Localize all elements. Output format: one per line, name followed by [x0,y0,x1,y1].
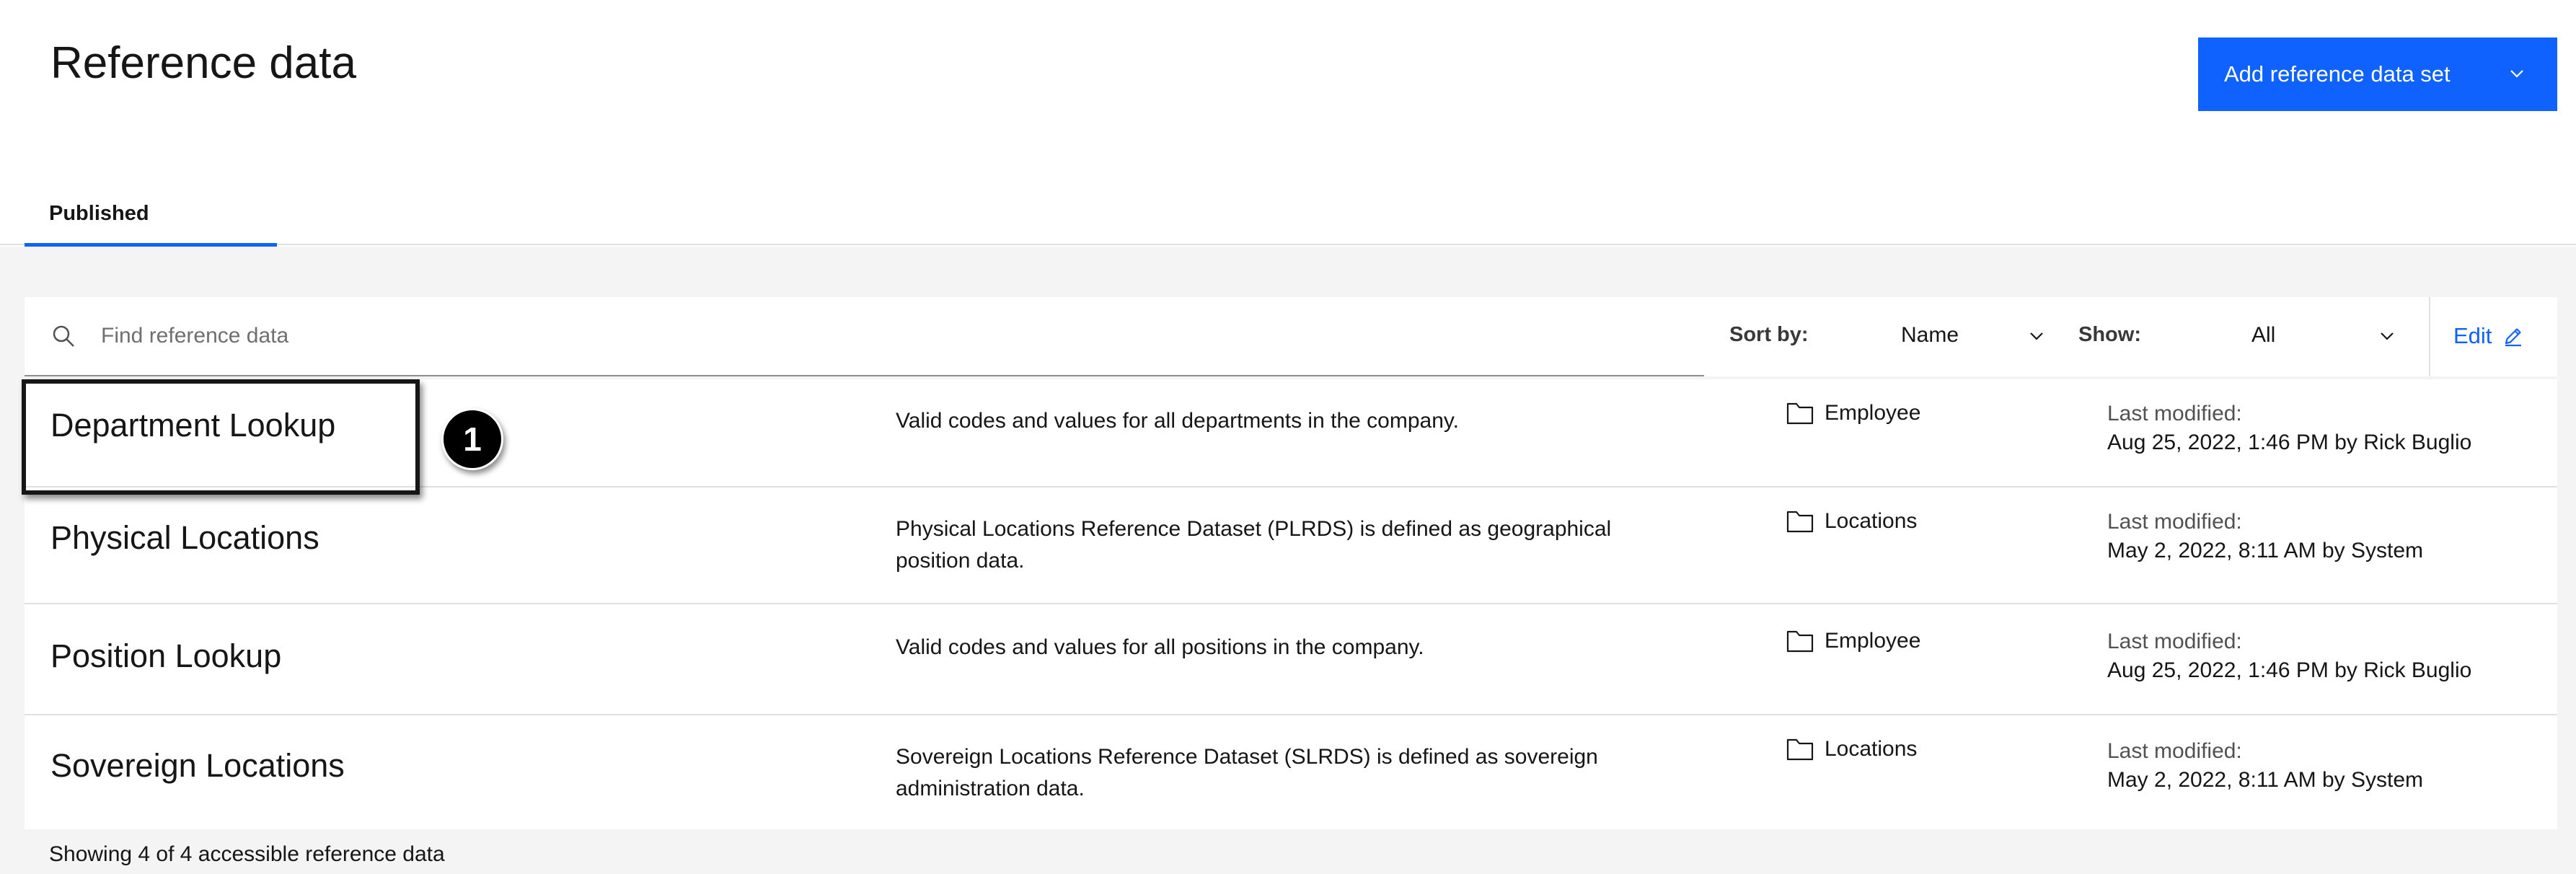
show-value: All [2251,323,2276,347]
reference-data-name[interactable]: Sovereign Locations [50,747,345,785]
search-input[interactable] [101,317,966,355]
results-count: Showing 4 of 4 accessible reference data [49,842,445,866]
folder-label: Employee [1825,401,1921,425]
sort-by-value: Name [1901,323,1959,347]
list-item[interactable]: Physical Locations Physical Locations Re… [25,487,2557,604]
list-item[interactable]: Sovereign Locations Sovereign Locations … [25,715,2557,829]
main-content: Sort by: Name Show: All Edit Department … [0,247,2576,874]
show-dropdown[interactable]: All [2223,312,2403,362]
folder-category: Employee [1786,401,1920,425]
last-modified-label: Last modified: [2107,402,2242,425]
add-button-label: Add reference data set [2224,61,2451,87]
tab-published[interactable]: Published [25,186,277,247]
last-modified-label: Last modified: [2107,510,2242,534]
add-reference-data-set-button[interactable]: Add reference data set [2198,37,2557,111]
sort-by-dropdown[interactable]: Name [1872,312,2052,362]
reference-data-description: Physical Locations Reference Dataset (PL… [896,517,1612,573]
chevron-down-icon [2381,332,2394,340]
show-label: Show: [2078,323,2141,346]
last-modified-label: Last modified: [2107,739,2242,763]
last-modified: Last modified: May 2, 2022, 8:11 AM by S… [2107,508,2423,565]
reference-data-name[interactable]: Position Lookup [50,637,281,675]
last-modified-value: Aug 25, 2022, 1:46 PM by Rick Buglio [2107,658,2472,682]
search-underline [25,375,1704,376]
chevron-down-icon [2510,70,2523,78]
page-header: Reference data Add reference data set Pu… [0,0,2576,247]
toolbar-divider [2429,297,2430,376]
folder-label: Locations [1825,737,1918,761]
folder-icon [1786,402,1814,425]
folder-label: Locations [1825,509,1918,533]
toolbar: Sort by: Name Show: All Edit [25,297,2557,376]
last-modified: Last modified: May 2, 2022, 8:11 AM by S… [2107,737,2423,795]
reference-data-description: Valid codes and values for all departmen… [896,409,1459,433]
chevron-down-icon [2030,332,2043,340]
list-item[interactable]: Position Lookup Valid codes and values f… [25,604,2557,715]
folder-icon [1786,738,1814,761]
edit-button[interactable]: Edit [2453,316,2525,356]
annotation-callout-badge: 1 [441,408,503,470]
folder-category: Employee [1786,629,1920,653]
last-modified-value: May 2, 2022, 8:11 AM by System [2107,539,2423,562]
reference-data-name[interactable]: Physical Locations [50,519,319,557]
last-modified-label: Last modified: [2107,630,2242,653]
sort-by-label: Sort by: [1729,323,1809,346]
folder-label: Employee [1825,629,1921,653]
edit-label: Edit [2453,323,2492,348]
search-icon [53,325,74,347]
last-modified: Last modified: Aug 25, 2022, 1:46 PM by … [2107,400,2471,457]
folder-icon [1786,511,1814,533]
last-modified-value: May 2, 2022, 8:11 AM by System [2107,768,2423,792]
tab-label: Published [49,202,149,225]
reference-data-description: Sovereign Locations Reference Dataset (S… [896,745,1598,800]
folder-category: Locations [1786,737,1917,762]
folder-category: Locations [1786,509,1917,534]
last-modified-value: Aug 25, 2022, 1:46 PM by Rick Buglio [2107,431,2472,454]
reference-data-description: Valid codes and values for all positions… [896,635,1424,659]
last-modified: Last modified: Aug 25, 2022, 1:46 PM by … [2107,627,2471,685]
folder-icon [1786,630,1814,653]
annotation-highlight-box [22,379,420,495]
edit-pencil-icon [2505,328,2522,347]
page-title: Reference data [50,38,356,88]
